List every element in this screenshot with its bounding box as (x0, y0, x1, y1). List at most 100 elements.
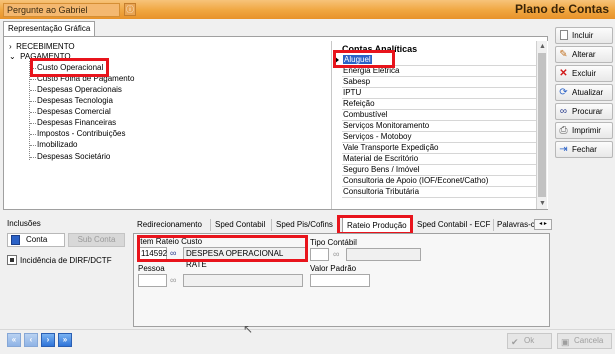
ok-button[interactable]: ✔ Ok (507, 333, 552, 349)
tab-palavras-chave[interactable]: Palavras-c (497, 220, 535, 230)
tree-item-despesas-tecnologia[interactable]: Despesas Tecnologia (37, 96, 113, 106)
valor-padrao-field[interactable] (310, 274, 370, 287)
pessoa-description-field (183, 274, 303, 287)
accounts-scrollbar[interactable]: ▲ ▼ (536, 41, 547, 209)
first-record-icon[interactable]: « (7, 333, 21, 347)
search-binoculars-icon[interactable]: ∞ (333, 248, 339, 260)
sub-conta-button[interactable]: Sub Conta (68, 233, 125, 247)
dirf-checkbox[interactable] (7, 255, 17, 265)
tree-connector (30, 79, 36, 80)
tree-connector (30, 123, 36, 124)
button-label: Fechar (572, 145, 597, 154)
highlight-box-account (333, 50, 395, 68)
printer-icon: ⎙ (559, 125, 568, 136)
imprimir-button[interactable]: ⎙ Imprimir (555, 122, 613, 139)
tree-item-impostos[interactable]: Impostos - Contribuições (37, 129, 125, 139)
account-row[interactable]: Material de Escritório (342, 154, 537, 165)
account-icon (11, 235, 20, 245)
ask-gabriel-input[interactable]: Pergunte ao Gabriel (3, 3, 120, 17)
cancel-icon: ▣ (561, 337, 570, 347)
mouse-cursor-icon: ↖ (243, 322, 254, 336)
check-icon: ✔ (511, 337, 519, 347)
button-label: Cancela (574, 336, 604, 345)
tree-connector (30, 112, 36, 113)
tree-item-despesas-societario[interactable]: Despesas Societário (37, 152, 110, 162)
tabs-scroll-arrows-icon[interactable]: ◂ ▸ (534, 219, 552, 230)
atualizar-button[interactable]: ⟳ Atualizar (555, 84, 613, 101)
inclusions-label: Inclusões (7, 219, 41, 228)
account-row[interactable]: Serviços Monitoramento (342, 121, 537, 132)
next-record-icon[interactable]: › (41, 333, 55, 347)
ask-gabriel-button[interactable]: ⓘ (124, 3, 136, 16)
tree-connector (30, 145, 36, 146)
button-label: Conta (26, 235, 48, 244)
tab-redirecionamento[interactable]: Redirecionamento (137, 220, 202, 230)
accounts-list: Contas Analíticas Aluguel Energia Elétri… (331, 41, 548, 209)
tab-separator (210, 219, 211, 231)
tree-connector (30, 90, 36, 91)
tree-item-despesas-operacionais[interactable]: Despesas Operacionais (37, 85, 122, 95)
fechar-button[interactable]: ⇥ Fechar (555, 141, 613, 158)
expand-icon[interactable]: › (9, 42, 12, 51)
previous-record-icon[interactable]: ‹ (24, 333, 38, 347)
button-label: Procurar (572, 107, 603, 116)
highlight-box-tab (337, 215, 413, 235)
collapse-icon[interactable]: ⌄ (9, 52, 16, 61)
button-label: Imprimir (572, 126, 601, 135)
dirf-label: Incidência de DIRF/DCTF (20, 256, 112, 265)
button-label: Atualizar (572, 88, 604, 97)
scroll-up-icon[interactable]: ▲ (538, 42, 547, 51)
close-door-icon: ⇥ (559, 144, 568, 155)
alterar-button[interactable]: ✎ Alterar (555, 46, 613, 63)
tab-sped-pis-cofins[interactable]: Sped Pis/Cofins (276, 220, 333, 230)
refresh-icon: ⟳ (559, 87, 568, 98)
cancel-button[interactable]: ▣ Cancela (557, 333, 612, 349)
search-binoculars-icon[interactable]: ∞ (170, 274, 176, 286)
account-row[interactable]: Refeição (342, 99, 537, 110)
delete-x-icon: ✕ (559, 68, 568, 79)
procurar-button[interactable]: ∞ Procurar (555, 103, 613, 120)
button-label: Excluir (572, 69, 597, 78)
tree-item-despesas-comercial[interactable]: Despesas Comercial (37, 107, 111, 117)
new-document-icon (560, 30, 568, 40)
last-record-icon[interactable]: » (58, 333, 72, 347)
tree-item-imobilizado[interactable]: Imobilizado (37, 140, 77, 150)
account-row[interactable]: IPTU (342, 88, 537, 99)
tab-representacao-grafica[interactable]: Representação Gráfica (3, 21, 96, 36)
button-label: Ok (524, 336, 535, 345)
account-row[interactable]: Seguro Bens / Imóvel (342, 165, 537, 176)
tipo-contabil-description-field (346, 248, 421, 261)
tree-connector (30, 157, 36, 158)
rateio-panel: Item Rateio Custo 114592 ∞ DESPESA OPERA… (133, 233, 550, 327)
tab-sped-contabil[interactable]: Sped Contabil (215, 220, 265, 230)
conta-button[interactable]: Conta (7, 233, 65, 247)
account-row[interactable]: Sabesp (342, 77, 537, 88)
tree-item-despesas-financeiras[interactable]: Despesas Financeiras (37, 118, 116, 128)
account-row[interactable]: Vale Transporte Expedição (342, 143, 537, 154)
tree-root-label: RECEBIMENTO (16, 42, 75, 51)
scroll-thumb[interactable] (538, 53, 546, 197)
incluir-button[interactable]: Incluir (555, 27, 613, 44)
account-row[interactable]: Consultoria de Apoio (IOF/Econet/Catho) (342, 176, 537, 187)
edit-pencil-icon: ✎ (559, 49, 568, 60)
pessoa-code-field[interactable] (138, 274, 167, 287)
account-row[interactable]: Combustível (342, 110, 537, 121)
tipo-contabil-code-field[interactable] (310, 248, 329, 261)
tree-connector (30, 134, 36, 135)
tree-root-recebimento[interactable]: › RECEBIMENTO (9, 42, 75, 52)
scroll-down-icon[interactable]: ▼ (538, 199, 547, 208)
valor-padrao-label: Valor Padrão (310, 264, 357, 273)
highlight-box-tree (30, 58, 109, 77)
detail-tabs: Redirecionamento Sped Contabil Sped Pis/… (133, 215, 553, 235)
tab-sped-contabil-ecf[interactable]: Sped Contabil - ECF (417, 220, 490, 230)
account-row[interactable]: Serviços - Motoboy (342, 132, 537, 143)
window-title: Plano de Contas (514, 2, 609, 16)
account-row[interactable]: Consultoria Tributária (342, 187, 537, 198)
excluir-button[interactable]: ✕ Excluir (555, 65, 613, 82)
tipo-contabil-label: Tipo Contábil (310, 238, 357, 247)
binoculars-icon: ∞ (559, 106, 568, 117)
button-label: Alterar (572, 50, 596, 59)
tab-separator (271, 219, 272, 231)
button-label: Incluir (572, 31, 594, 40)
pessoa-label: Pessoa (138, 264, 165, 273)
